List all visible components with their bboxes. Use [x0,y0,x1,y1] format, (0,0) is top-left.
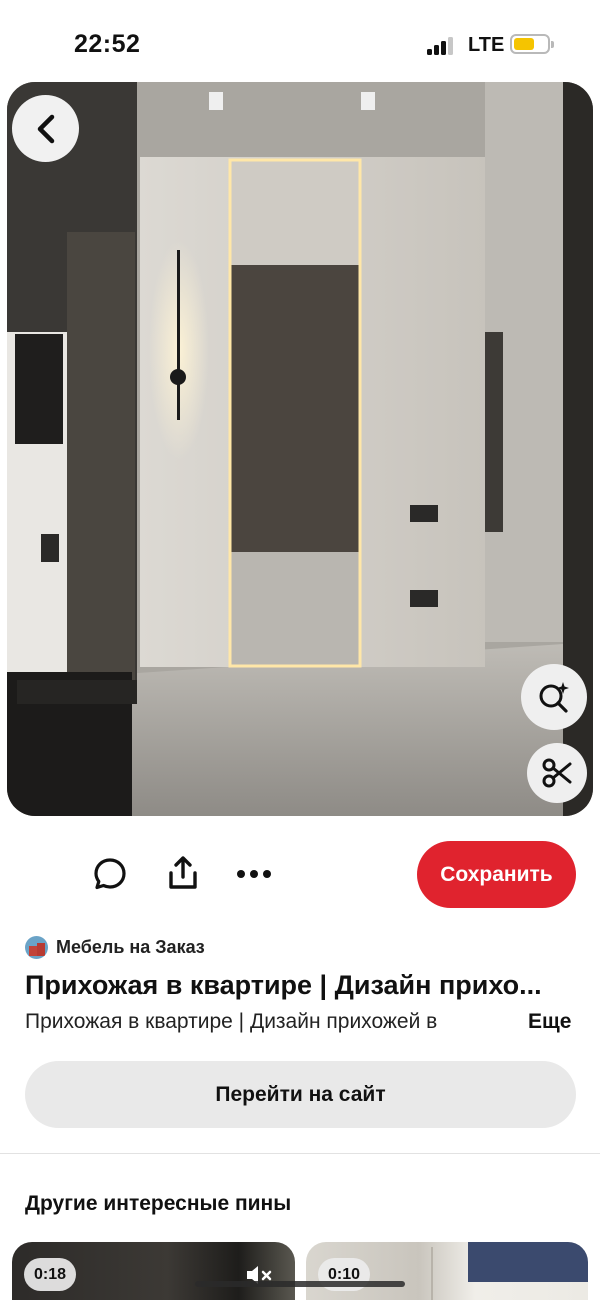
pin-title: Прихожая в квартире | Дизайн прихо... [25,970,542,1000]
comment-icon[interactable] [92,856,128,892]
status-bar: 22:52 LTE [0,0,600,84]
network-type: LTE [468,34,505,56]
chevron-left-icon [37,114,54,143]
battery-icon [510,34,554,54]
scissors-icon [542,758,572,788]
divider [0,1153,600,1154]
pin-description-container: Прихожая в квартире | Дизайн прихожей в [25,1010,515,1038]
video-duration-badge: 0:18 [24,1258,77,1291]
visual-search-icon [539,682,569,713]
save-button[interactable]: Сохранить [417,841,576,908]
more-dots-icon[interactable] [235,862,273,886]
home-indicator[interactable] [195,1281,405,1287]
author-avatar[interactable] [25,936,48,959]
more-link[interactable]: Еще [528,1010,571,1034]
visit-site-button[interactable]: Перейти на сайт [25,1061,576,1128]
hallway-photo [7,82,593,816]
status-time: 22:52 [74,30,141,58]
signal-strength-icon [427,35,459,55]
author-name[interactable]: Мебель на Заказ [56,937,205,958]
pin-description: Прихожая в квартире | Дизайн прихожей в [25,1010,438,1033]
visual-search-button[interactable] [521,664,587,730]
pin-image[interactable] [7,82,593,816]
related-pins-title: Другие интересные пины [25,1192,292,1215]
share-icon[interactable] [166,854,200,892]
crop-button[interactable] [527,743,587,803]
back-button[interactable] [12,95,79,162]
battery-fill [514,38,534,50]
